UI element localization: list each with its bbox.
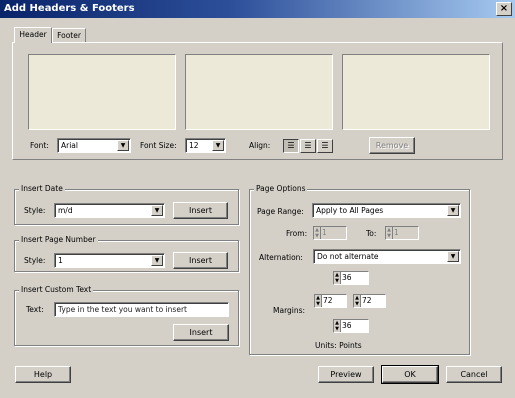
insert-date-button[interactable]: Insert <box>173 202 228 219</box>
date-style-value: m/d <box>58 206 73 215</box>
margin-right-value: 72 <box>362 296 372 305</box>
font-size-dropdown[interactable]: 12 ▼ <box>185 138 226 153</box>
alternation-value: Do not alternate <box>317 252 379 261</box>
from-spinner[interactable]: ▲ ▼ 1 <box>313 226 347 240</box>
margin-top-spinner[interactable]: ▲ ▼ 36 <box>333 271 369 285</box>
date-style-label: Style: <box>24 206 46 215</box>
page-range-label: Page Range: <box>257 207 304 216</box>
spinner-arrows-icon[interactable]: ▲ ▼ <box>314 227 321 239</box>
to-spinner[interactable]: ▲ ▼ 1 <box>385 226 419 240</box>
right-header-box[interactable] <box>342 54 490 130</box>
chevron-down-icon[interactable]: ▼ <box>117 140 129 151</box>
chevron-down-icon[interactable]: ▼ <box>151 255 163 266</box>
align-right-icon[interactable]: ☰ <box>317 139 333 153</box>
align-center-icon[interactable]: ☰ <box>300 139 316 153</box>
page-options-legend: Page Options <box>254 184 308 194</box>
margin-left-spinner[interactable]: ▲ ▼ 72 <box>314 294 347 308</box>
chevron-down-icon[interactable]: ▼ <box>447 205 459 216</box>
spinner-arrows-icon[interactable]: ▲ ▼ <box>334 272 341 284</box>
page-number-style-dropdown[interactable]: 1 ▼ <box>54 253 165 268</box>
to-value: 1 <box>394 228 399 237</box>
left-header-box[interactable] <box>28 54 176 130</box>
margin-top-value: 36 <box>342 273 352 282</box>
to-label: To: <box>366 229 377 238</box>
page-range-dropdown[interactable]: Apply to All Pages ▼ <box>312 203 461 218</box>
preview-button[interactable]: Preview <box>318 366 374 383</box>
chevron-down-icon[interactable]: ▼ <box>151 205 163 216</box>
units-label: Units: Points <box>315 341 362 350</box>
insert-page-number-legend: Insert Page Number <box>19 235 98 245</box>
title-bar: Add Headers & Footers <box>0 0 515 18</box>
insert-page-number-button[interactable]: Insert <box>173 252 228 269</box>
ok-button[interactable]: OK <box>381 365 439 384</box>
spinner-arrows-icon[interactable]: ▲ ▼ <box>334 320 341 332</box>
cancel-button[interactable]: Cancel <box>446 366 502 383</box>
from-label: From: <box>286 229 308 238</box>
custom-text-input[interactable]: Type in the text you want to insert <box>54 302 229 317</box>
margin-bottom-value: 36 <box>342 321 352 330</box>
remove-button[interactable]: Remove <box>369 137 415 154</box>
margin-bottom-spinner[interactable]: ▲ ▼ 36 <box>333 319 369 333</box>
tab-header[interactable]: Header <box>14 27 52 43</box>
insert-custom-text-button[interactable]: Insert <box>173 324 229 341</box>
align-left-icon[interactable]: ☰ <box>283 139 299 153</box>
spinner-arrows-icon[interactable]: ▲ ▼ <box>354 295 361 307</box>
custom-text-label: Text: <box>26 305 44 314</box>
insert-custom-text-legend: Insert Custom Text <box>19 285 94 295</box>
chevron-down-icon[interactable]: ▼ <box>447 251 459 262</box>
page-range-value: Apply to All Pages <box>316 206 384 215</box>
spinner-arrows-icon[interactable]: ▲ ▼ <box>315 295 322 307</box>
margin-right-spinner[interactable]: ▲ ▼ 72 <box>353 294 386 308</box>
spinner-arrows-icon[interactable]: ▲ ▼ <box>386 227 393 239</box>
window-title: Add Headers & Footers <box>4 3 135 14</box>
close-icon[interactable]: × <box>496 2 512 16</box>
font-size-value: 12 <box>189 141 199 150</box>
font-size-label: Font Size: <box>140 141 177 150</box>
page-number-style-value: 1 <box>58 256 63 265</box>
alternation-dropdown[interactable]: Do not alternate ▼ <box>313 249 461 264</box>
tab-footer[interactable]: Footer <box>52 28 86 42</box>
alternation-label: Alternation: <box>259 253 303 262</box>
font-dropdown[interactable]: Arial ▼ <box>57 138 131 153</box>
help-button[interactable]: Help <box>15 366 71 383</box>
align-label: Align: <box>249 141 271 150</box>
margins-label: Margins: <box>273 306 306 315</box>
date-style-dropdown[interactable]: m/d ▼ <box>54 203 165 218</box>
chevron-down-icon[interactable]: ▼ <box>212 140 224 151</box>
insert-date-legend: Insert Date <box>19 184 65 194</box>
font-value: Arial <box>61 141 78 150</box>
from-value: 1 <box>322 228 327 237</box>
font-label: Font: <box>30 141 49 150</box>
page-number-style-label: Style: <box>24 256 46 265</box>
margin-left-value: 72 <box>323 296 333 305</box>
center-header-box[interactable] <box>185 54 333 130</box>
